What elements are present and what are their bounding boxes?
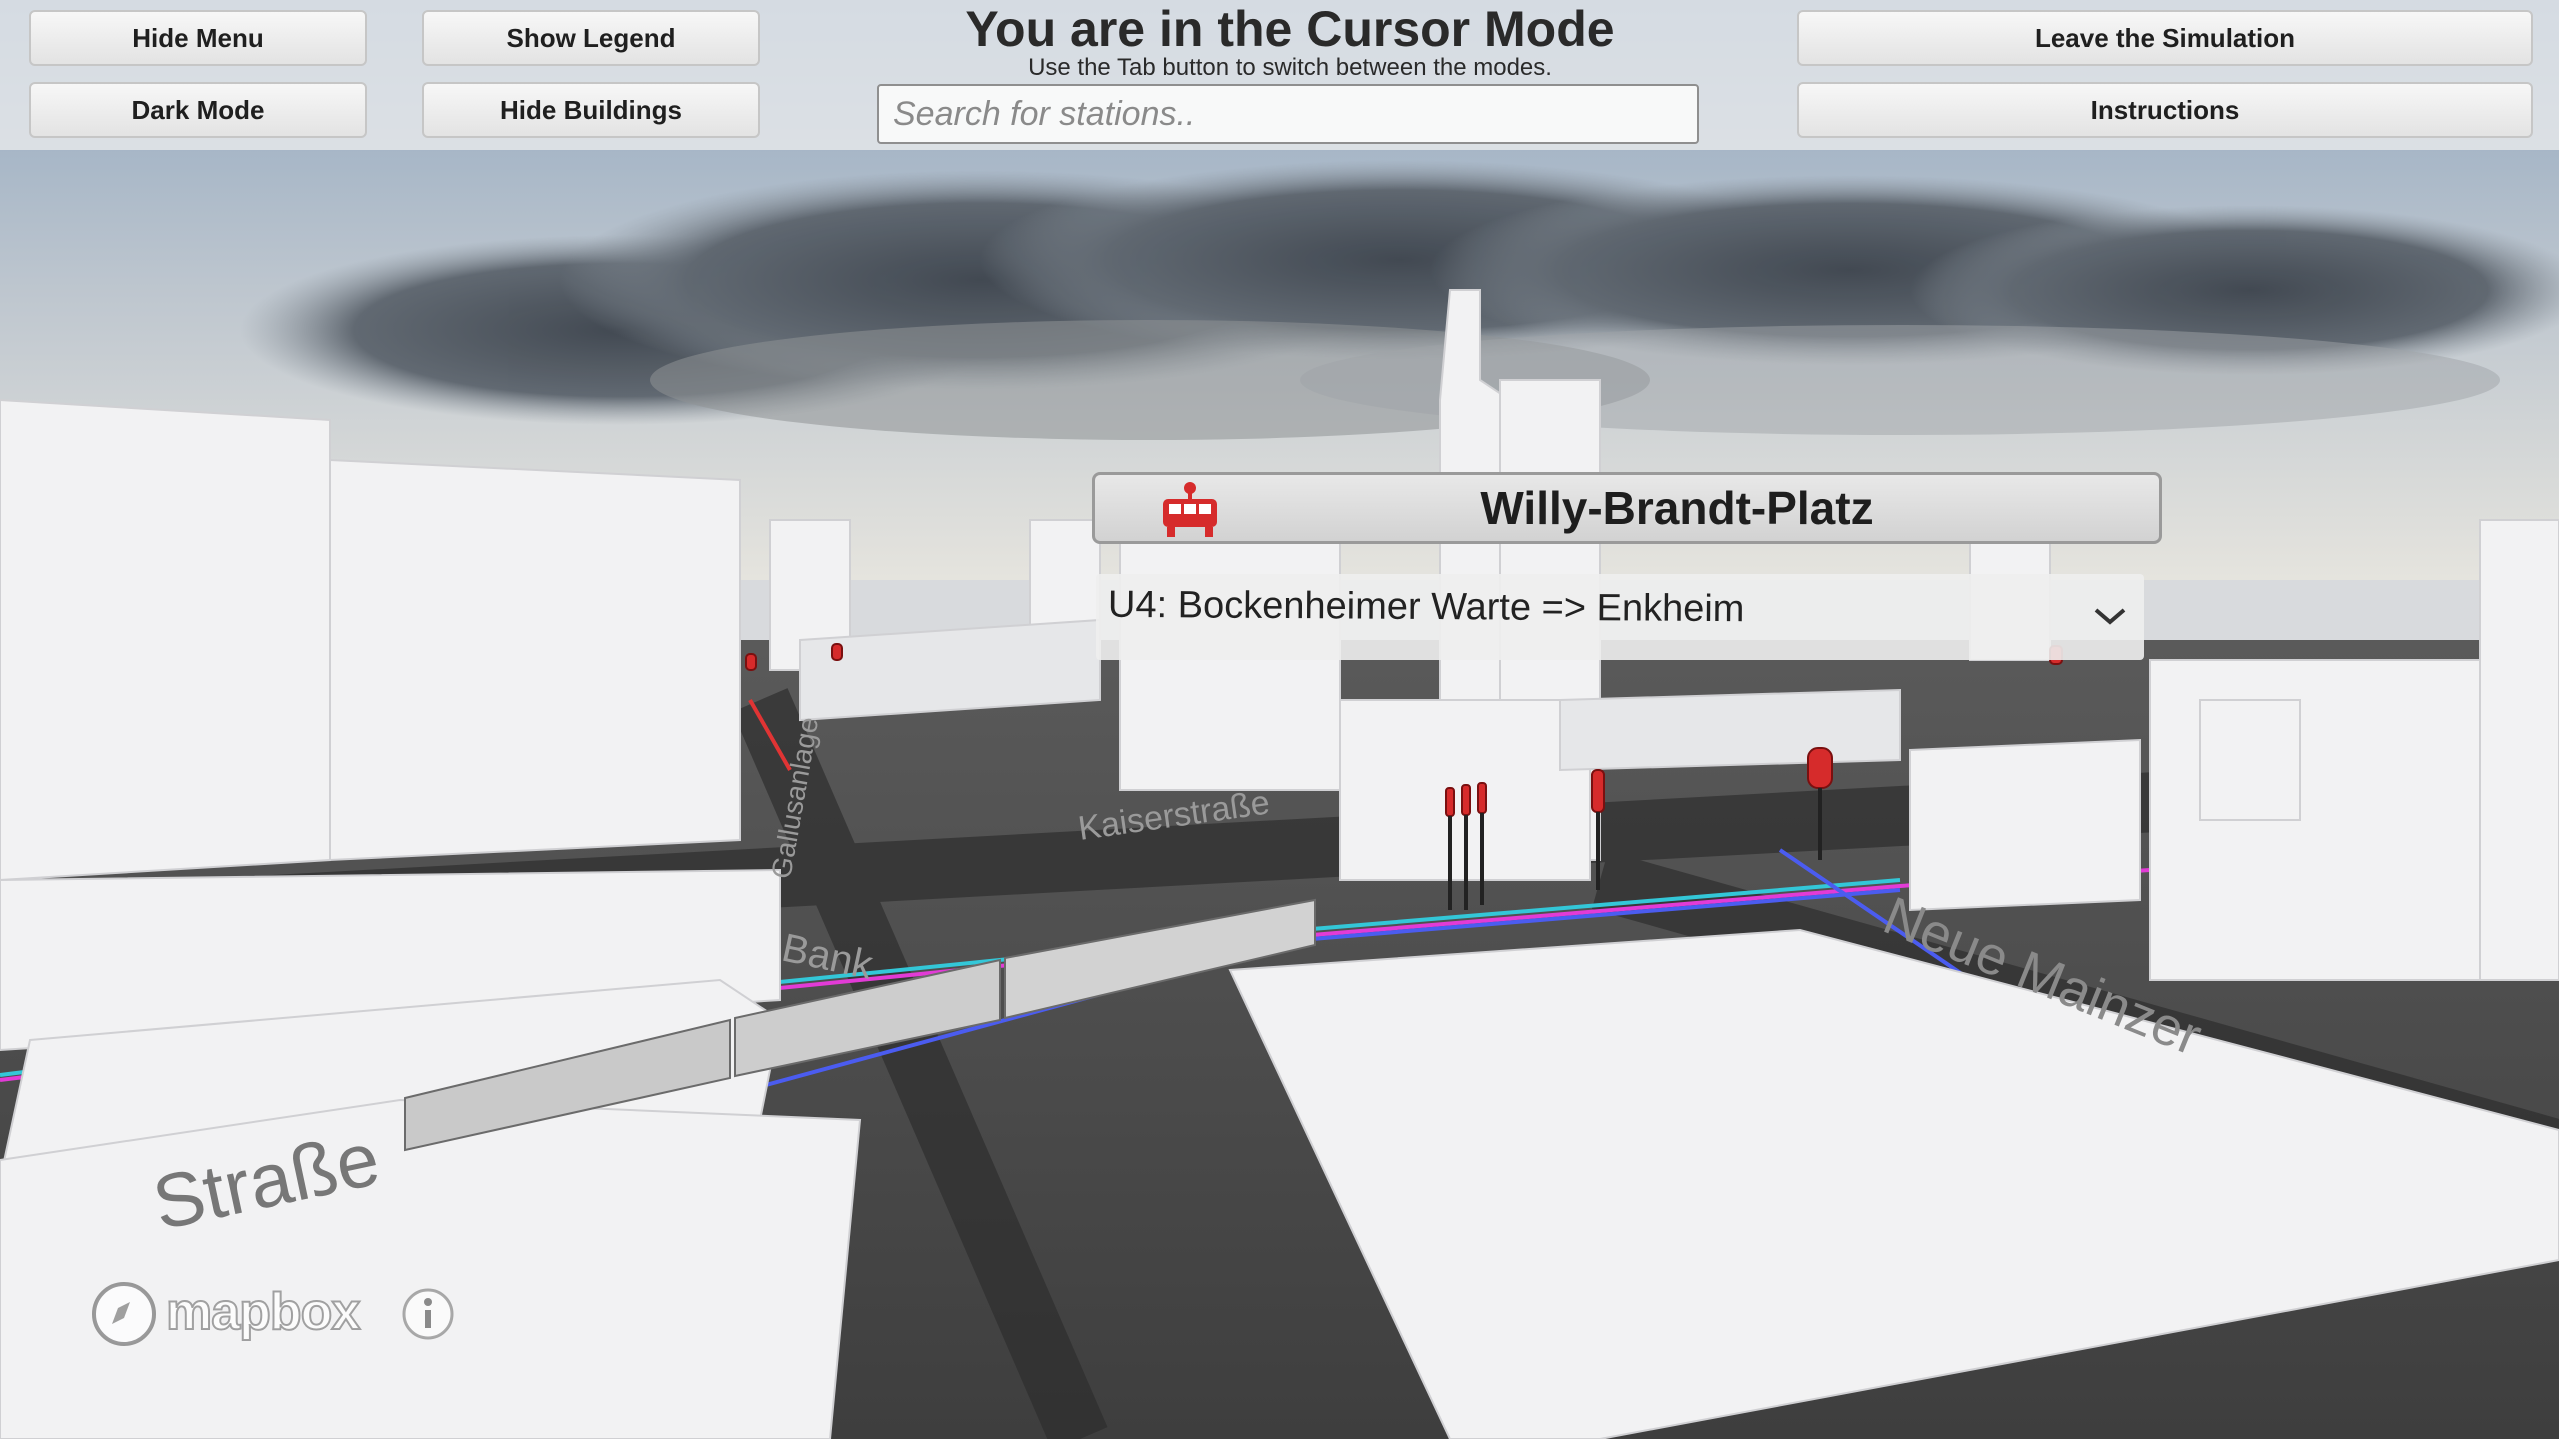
station-name: Willy-Brandt-Platz (1480, 482, 1874, 534)
station-search-input[interactable] (877, 84, 1699, 144)
info-icon[interactable] (400, 1286, 456, 1342)
hide-menu-button[interactable]: Hide Menu (29, 10, 367, 66)
mapbox-logo-icon (92, 1282, 156, 1346)
line-select-dropdown[interactable]: U4: Bockenheimer Warte => Enkheim (1096, 574, 2144, 660)
mapbox-wordmark: mapbox (165, 1282, 361, 1342)
mode-title: You are in the Cursor Mode (965, 1, 1615, 57)
instructions-button[interactable]: Instructions (1797, 82, 2533, 138)
chevron-down-icon[interactable] (2092, 604, 2128, 628)
dark-mode-button[interactable]: Dark Mode (29, 82, 367, 138)
station-popup-header: Willy-Brandt-Platz (1092, 472, 2162, 544)
tram-icon (1163, 482, 1217, 537)
city-3d-scene[interactable]: Kaiserstraße Neue Mainzer Bank Straße Ga… (0, 0, 2559, 1439)
mode-subtitle: Use the Tab button to switch between the… (1028, 54, 1552, 81)
leave-simulation-button[interactable]: Leave the Simulation (1797, 10, 2533, 66)
hide-buildings-button[interactable]: Hide Buildings (422, 82, 760, 138)
show-legend-button[interactable]: Show Legend (422, 10, 760, 66)
simulation-viewport[interactable]: Kaiserstraße Neue Mainzer Bank Straße Ga… (0, 0, 2559, 1439)
selected-line-text: U4: Bockenheimer Warte => Enkheim (1107, 583, 1745, 631)
mapbox-attribution[interactable]: mapbox (88, 1278, 468, 1348)
